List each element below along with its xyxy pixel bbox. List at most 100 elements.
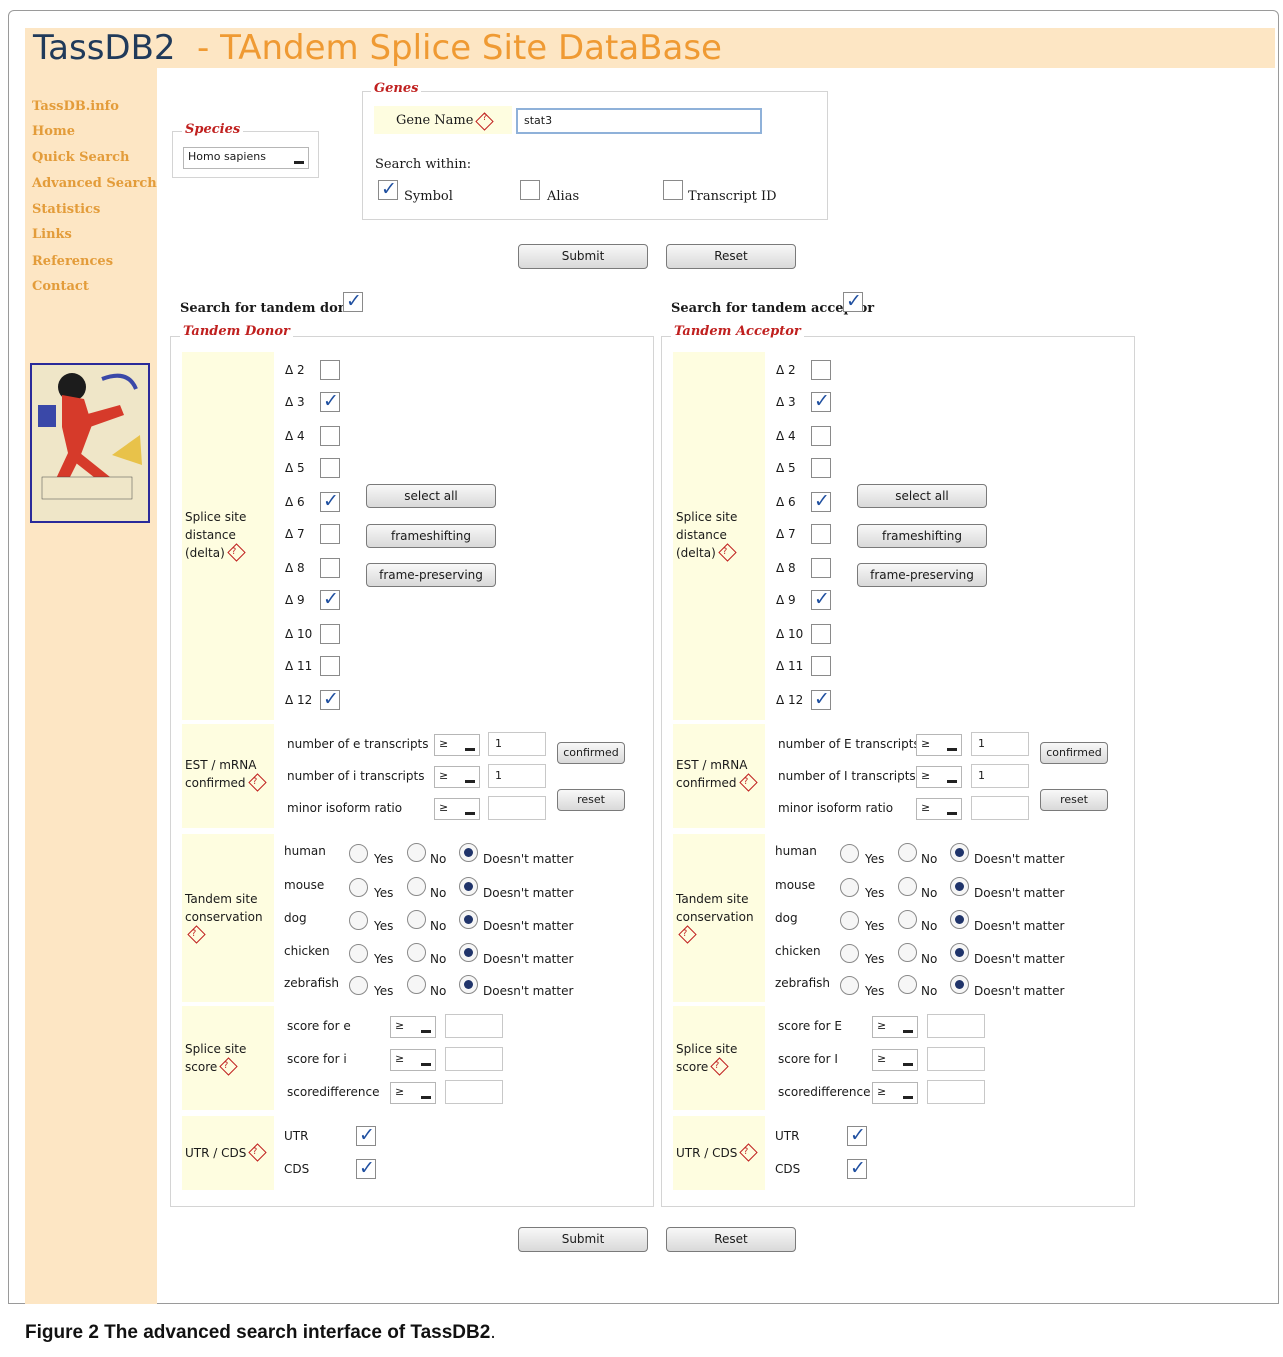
donor-reset-small-button[interactable]: reset [557, 789, 625, 811]
donor-select-all-button[interactable]: select all [366, 484, 496, 508]
donor-delta-checkbox[interactable] [320, 524, 340, 544]
reset-button-top[interactable]: Reset [666, 244, 796, 269]
acceptor-est-op-select[interactable]: ≥ [916, 734, 962, 756]
help-icon[interactable]: ? [738, 773, 758, 792]
donor-radio-yes[interactable] [349, 911, 368, 930]
donor-est-value-input[interactable] [488, 796, 546, 820]
donor-radio-doesnt-matter[interactable] [459, 943, 478, 962]
donor-radio-doesnt-matter[interactable] [459, 975, 478, 994]
help-icon[interactable]: ? [678, 925, 697, 944]
donor-search-checkbox[interactable] [343, 290, 363, 312]
donor-radio-yes[interactable] [349, 976, 368, 995]
acceptor-delta-checkbox[interactable] [811, 360, 831, 380]
acceptor-score-value-input[interactable] [927, 1014, 985, 1038]
sidebar-link-quick-search[interactable]: Quick Search [32, 150, 129, 165]
donor-score-op-select[interactable]: ≥ [390, 1082, 436, 1104]
donor-frameshifting-button[interactable]: frameshifting [366, 524, 496, 548]
donor-score-value-input[interactable] [445, 1047, 503, 1071]
acceptor-delta-checkbox[interactable] [811, 524, 831, 544]
donor-confirmed-button[interactable]: confirmed [557, 742, 625, 764]
acceptor-radio-yes[interactable] [840, 976, 859, 995]
acceptor-radio-no[interactable] [898, 910, 917, 929]
acceptor-est-op-select[interactable]: ≥ [916, 798, 962, 820]
acceptor-radio-no[interactable] [898, 975, 917, 994]
donor-radio-no[interactable] [407, 910, 426, 929]
sidebar-link-statistics[interactable]: Statistics [32, 202, 100, 217]
donor-radio-doesnt-matter[interactable] [459, 877, 478, 896]
sidebar-link-contact[interactable]: Contact [32, 279, 89, 294]
sidebar-link-advanced-search[interactable]: Advanced Search [32, 176, 157, 191]
sidebar-link-home[interactable]: Home [32, 124, 75, 139]
donor-radio-no[interactable] [407, 975, 426, 994]
acceptor-delta-checkbox[interactable] [811, 490, 831, 512]
acceptor-delta-checkbox[interactable] [811, 656, 831, 676]
acceptor-est-value-input[interactable]: 1 [971, 732, 1029, 756]
donor-delta-checkbox[interactable] [320, 390, 340, 412]
acceptor-frameshifting-button[interactable]: frameshifting [857, 524, 987, 548]
acceptor-est-value-input[interactable]: 1 [971, 764, 1029, 788]
acceptor-radio-doesnt-matter[interactable] [950, 943, 969, 962]
acceptor-est-op-select[interactable]: ≥ [916, 766, 962, 788]
donor-est-op-select[interactable]: ≥ [434, 734, 480, 756]
acceptor-utr-checkbox[interactable] [847, 1157, 867, 1179]
help-icon[interactable]: ? [219, 1057, 238, 1076]
donor-score-value-input[interactable] [445, 1014, 503, 1038]
donor-delta-checkbox[interactable] [320, 588, 340, 610]
acceptor-score-op-select[interactable]: ≥ [872, 1082, 918, 1104]
donor-delta-checkbox[interactable] [320, 656, 340, 676]
donor-utr-checkbox[interactable] [356, 1124, 376, 1146]
acceptor-delta-checkbox[interactable] [811, 624, 831, 644]
acceptor-radio-doesnt-matter[interactable] [950, 975, 969, 994]
reset-button-bottom[interactable]: Reset [666, 1227, 796, 1252]
acceptor-delta-checkbox[interactable] [811, 588, 831, 610]
donor-delta-checkbox[interactable] [320, 688, 340, 710]
donor-delta-checkbox[interactable] [320, 426, 340, 446]
donor-radio-no[interactable] [407, 877, 426, 896]
help-icon[interactable]: ? [227, 543, 246, 562]
acceptor-radio-no[interactable] [898, 943, 917, 962]
transcript-id-checkbox[interactable] [663, 180, 683, 200]
donor-delta-checkbox[interactable] [320, 558, 340, 578]
acceptor-utr-checkbox[interactable] [847, 1124, 867, 1146]
acceptor-delta-checkbox[interactable] [811, 426, 831, 446]
help-icon[interactable]: ? [710, 1057, 729, 1076]
acceptor-radio-yes[interactable] [840, 844, 859, 863]
acceptor-delta-checkbox[interactable] [811, 558, 831, 578]
acceptor-frame-preserving-button[interactable]: frame-preserving [857, 563, 987, 587]
acceptor-radio-no[interactable] [898, 843, 917, 862]
species-select[interactable]: Homo sapiens [183, 147, 309, 169]
acceptor-radio-yes[interactable] [840, 878, 859, 897]
donor-radio-no[interactable] [407, 843, 426, 862]
acceptor-search-checkbox[interactable] [843, 290, 863, 312]
help-icon[interactable]: ? [187, 925, 206, 944]
donor-delta-checkbox[interactable] [320, 360, 340, 380]
submit-button-top[interactable]: Submit [518, 244, 648, 269]
donor-radio-yes[interactable] [349, 844, 368, 863]
donor-radio-no[interactable] [407, 943, 426, 962]
acceptor-radio-yes[interactable] [840, 944, 859, 963]
donor-radio-yes[interactable] [349, 878, 368, 897]
donor-frame-preserving-button[interactable]: frame-preserving [366, 563, 496, 587]
donor-delta-checkbox[interactable] [320, 624, 340, 644]
symbol-checkbox[interactable] [378, 178, 398, 200]
acceptor-select-all-button[interactable]: select all [857, 484, 987, 508]
acceptor-score-value-input[interactable] [927, 1080, 985, 1104]
acceptor-delta-checkbox[interactable] [811, 688, 831, 710]
donor-radio-doesnt-matter[interactable] [459, 843, 478, 862]
help-icon[interactable]: ? [739, 1143, 759, 1162]
acceptor-score-op-select[interactable]: ≥ [872, 1016, 918, 1038]
donor-delta-checkbox[interactable] [320, 458, 340, 478]
acceptor-radio-doesnt-matter[interactable] [950, 910, 969, 929]
gene-name-input[interactable]: stat3 [516, 108, 762, 134]
donor-utr-checkbox[interactable] [356, 1157, 376, 1179]
acceptor-confirmed-button[interactable]: confirmed [1040, 742, 1108, 764]
acceptor-score-value-input[interactable] [927, 1047, 985, 1071]
donor-score-op-select[interactable]: ≥ [390, 1049, 436, 1071]
sidebar-link-links[interactable]: Links [32, 227, 72, 242]
acceptor-radio-doesnt-matter[interactable] [950, 843, 969, 862]
alias-checkbox[interactable] [520, 180, 540, 200]
donor-delta-checkbox[interactable] [320, 490, 340, 512]
donor-est-value-input[interactable]: 1 [488, 732, 546, 756]
donor-est-value-input[interactable]: 1 [488, 764, 546, 788]
acceptor-est-value-input[interactable] [971, 796, 1029, 820]
